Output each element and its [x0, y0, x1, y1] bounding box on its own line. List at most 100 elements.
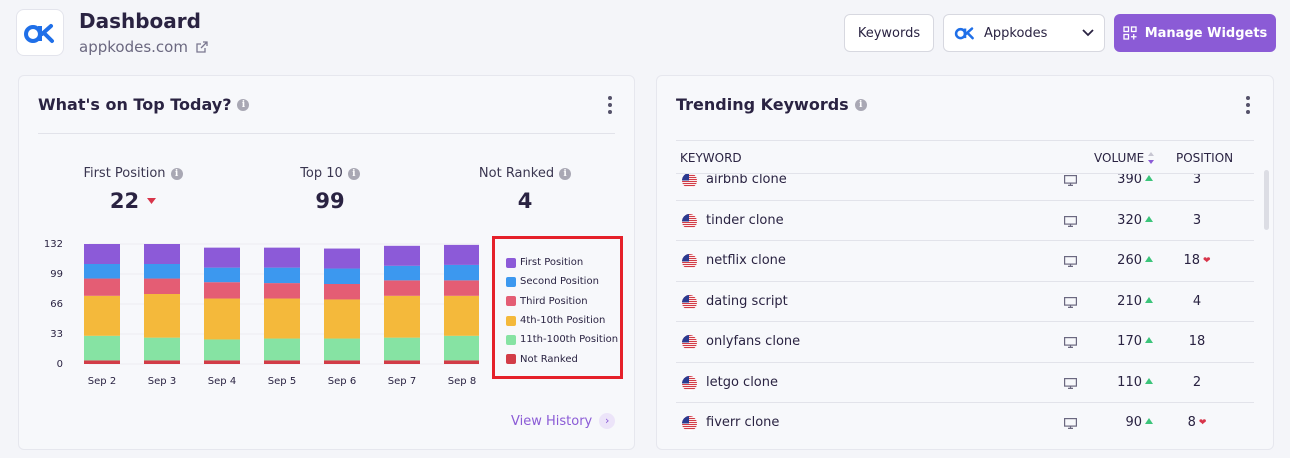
scrollbar[interactable]	[1264, 170, 1269, 230]
bar-segment[interactable]	[204, 360, 240, 364]
bar-segment[interactable]	[204, 247, 240, 268]
volume-value: 90	[1125, 415, 1142, 430]
bar-segment[interactable]	[204, 282, 240, 299]
bar-segment[interactable]	[444, 360, 479, 364]
bar-segment[interactable]	[204, 339, 240, 361]
trend-up-icon	[1145, 215, 1153, 222]
bar-segment[interactable]	[84, 278, 120, 296]
bar-segment[interactable]	[384, 295, 420, 338]
table-row[interactable]: fiverr clone 90 8 ❤	[676, 403, 1254, 441]
bar-segment[interactable]	[384, 265, 420, 281]
bar-segment[interactable]	[264, 360, 300, 364]
bar-segment[interactable]	[204, 267, 240, 283]
bar-segment[interactable]	[324, 338, 360, 361]
page-title: Dashboard	[79, 9, 201, 33]
y-tick-label: 0	[57, 359, 63, 370]
legend-label: 11th-100th Position	[520, 334, 619, 346]
chart-legend: First Position Second Position Third Posit…	[492, 236, 623, 379]
volume-cell: 90	[1081, 415, 1153, 430]
position-cell: 18	[1173, 334, 1221, 349]
external-link-icon[interactable]	[196, 41, 208, 53]
app-select[interactable]: Appkodes	[943, 14, 1105, 52]
legend-item[interactable]: Second Position	[506, 272, 620, 291]
legend-item[interactable]: Third Position	[506, 292, 620, 311]
view-history-link[interactable]: View History ›	[511, 413, 616, 429]
more-options-icon[interactable]	[1245, 96, 1251, 114]
us-flag-icon	[682, 294, 697, 310]
table-row[interactable]: airbnb clone 390 3	[676, 174, 1254, 201]
table-row[interactable]: tinder clone 320 3	[676, 201, 1254, 241]
column-volume[interactable]: VOLUME	[1094, 151, 1155, 165]
legend-item[interactable]: 4th-10th Position	[506, 311, 620, 330]
bar-segment[interactable]	[384, 360, 420, 364]
bar-segment[interactable]	[144, 360, 180, 364]
info-icon[interactable]: i	[854, 98, 867, 111]
bar-segment[interactable]	[144, 244, 180, 264]
x-tick-label: Sep 4	[208, 376, 236, 387]
bar-segment[interactable]	[144, 278, 180, 294]
site-link[interactable]: appkodes.com	[79, 38, 208, 56]
desktop-icon	[1064, 337, 1078, 352]
info-icon[interactable]: i	[170, 167, 183, 180]
trend-up-icon	[1145, 418, 1153, 424]
sort-icon[interactable]	[1147, 151, 1155, 165]
bar-segment[interactable]	[324, 284, 360, 300]
bar-segment[interactable]	[324, 268, 360, 284]
bar-segment[interactable]	[84, 264, 120, 279]
bar-segment[interactable]	[444, 335, 479, 361]
bar-segment[interactable]	[444, 244, 479, 265]
info-icon[interactable]: i	[237, 98, 250, 111]
info-icon[interactable]: i	[347, 167, 360, 180]
position-value: 4	[1192, 293, 1202, 309]
table-row[interactable]: letgo clone 110 2	[676, 363, 1254, 403]
top-today-title-row: What's on Top Today? i	[38, 95, 250, 114]
table-row[interactable]: dating script 210 4	[676, 282, 1254, 322]
bar-segment[interactable]	[384, 245, 420, 266]
info-icon[interactable]: i	[559, 167, 572, 180]
bar-segment[interactable]	[84, 335, 120, 361]
bar-segment[interactable]	[264, 247, 300, 268]
legend-item[interactable]: First Position	[506, 253, 620, 272]
bar-segment[interactable]	[324, 360, 360, 364]
position-cell: 2	[1173, 375, 1221, 390]
manage-widgets-button[interactable]: Manage Widgets	[1114, 14, 1276, 52]
more-options-icon[interactable]	[607, 96, 613, 114]
legend-label: 4th-10th Position	[520, 315, 606, 327]
manage-widgets-label: Manage Widgets	[1144, 25, 1268, 41]
bar-segment[interactable]	[444, 295, 479, 336]
position-cell: 3	[1173, 174, 1221, 187]
trend-up-icon	[1145, 256, 1153, 262]
bar-segment[interactable]	[144, 294, 180, 338]
trend-up-icon	[1145, 296, 1153, 303]
column-position: POSITION	[1176, 151, 1234, 165]
table-row[interactable]: netflix clone 260 18 ❤	[676, 241, 1254, 282]
bar-segment[interactable]	[204, 298, 240, 340]
bar-segment[interactable]	[444, 280, 479, 296]
chevron-right-icon: ›	[599, 413, 616, 429]
x-tick-label: Sep 3	[148, 376, 176, 387]
legend-item[interactable]: 11th-100th Position	[506, 330, 620, 349]
table-row[interactable]: onlyfans clone 170 18	[676, 322, 1254, 363]
keywords-button[interactable]: Keywords	[844, 14, 934, 52]
bar-segment[interactable]	[264, 283, 300, 299]
bar-segment[interactable]	[144, 337, 180, 361]
us-flag-icon	[682, 213, 697, 229]
bar-segment[interactable]	[264, 298, 300, 339]
legend-item[interactable]: Not Ranked	[506, 349, 620, 368]
bar-segment[interactable]	[84, 295, 120, 336]
keyword-text: fiverr clone	[706, 415, 780, 430]
bar-segment[interactable]	[384, 337, 420, 361]
trending-title-row: Trending Keywords i	[676, 95, 867, 114]
bar-segment[interactable]	[444, 264, 479, 281]
bar-segment[interactable]	[264, 338, 300, 361]
stat-label: First Position	[83, 166, 166, 181]
bar-segment[interactable]	[144, 264, 180, 279]
bar-segment[interactable]	[84, 360, 120, 364]
bar-segment[interactable]	[84, 244, 120, 264]
position-value: 8	[1187, 415, 1196, 430]
stat-value: 99	[315, 189, 345, 213]
bar-segment[interactable]	[324, 299, 360, 339]
bar-segment[interactable]	[384, 280, 420, 296]
bar-segment[interactable]	[264, 267, 300, 284]
bar-segment[interactable]	[324, 248, 360, 269]
